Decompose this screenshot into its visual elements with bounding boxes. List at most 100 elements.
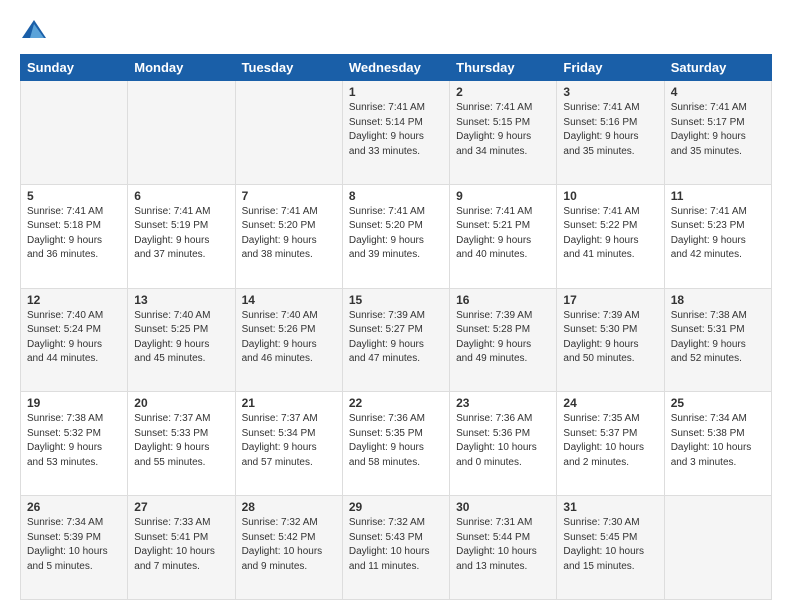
calendar-cell <box>235 81 342 185</box>
day-number: 28 <box>242 500 336 514</box>
calendar-cell: 19Sunrise: 7:38 AM Sunset: 5:32 PM Dayli… <box>21 392 128 496</box>
weekday-header-thursday: Thursday <box>450 55 557 81</box>
day-number: 8 <box>349 189 443 203</box>
day-info: Sunrise: 7:41 AM Sunset: 5:19 PM Dayligh… <box>134 205 228 263</box>
calendar-cell: 20 Sunrise: 7:37 AM Sunset: 5:33 PM Dayli… <box>128 392 235 496</box>
calendar-cell: 6 Sunrise: 7:41 AM Sunset: 5:19 PM Daylig… <box>128 184 235 288</box>
calendar-cell <box>128 81 235 185</box>
calendar-cell: 17 Sunrise: 7:39 AM Sunset: 5:30 PM Dayli… <box>557 288 664 392</box>
header <box>20 16 772 44</box>
calendar-cell: 3 Sunrise: 7:41 AM Sunset: 5:16 PM Daylig… <box>557 81 664 185</box>
calendar-cell: 12Sunrise: 7:40 AM Sunset: 5:24 PM Dayli… <box>21 288 128 392</box>
calendar-cell: 26 Sunrise: 7:34 AM Sunset: 5:39 PM Dayli… <box>21 496 128 600</box>
week-row-3: 19Sunrise: 7:38 AM Sunset: 5:32 PM Dayli… <box>21 392 772 496</box>
day-number: 11 <box>671 189 765 203</box>
day-number: 23 <box>456 396 550 410</box>
weekday-header-saturday: Saturday <box>664 55 771 81</box>
day-info: Sunrise: 7:37 AM Sunset: 5:34 PM Dayligh… <box>242 412 336 470</box>
day-info: Sunrise: 7:39 AM Sunset: 5:27 PM Dayligh… <box>349 309 443 367</box>
day-info: Sunrise: 7:39 AM Sunset: 5:30 PM Dayligh… <box>563 309 657 367</box>
day-info: Sunrise: 7:41 AM Sunset: 5:17 PM Dayligh… <box>671 101 765 159</box>
day-info: Sunrise: 7:34 AM Sunset: 5:38 PM Dayligh… <box>671 412 765 470</box>
calendar-cell: 31 Sunrise: 7:30 AM Sunset: 5:45 PM Dayli… <box>557 496 664 600</box>
weekday-header-friday: Friday <box>557 55 664 81</box>
day-number: 14 <box>242 293 336 307</box>
calendar-cell: 22 Sunrise: 7:36 AM Sunset: 5:35 PM Dayli… <box>342 392 449 496</box>
day-number: 31 <box>563 500 657 514</box>
day-info: Sunrise: 7:34 AM Sunset: 5:39 PM Dayligh… <box>27 516 121 574</box>
day-info: Sunrise: 7:41 AM Sunset: 5:20 PM Dayligh… <box>349 205 443 263</box>
calendar-cell: 29Sunrise: 7:32 AM Sunset: 5:43 PM Dayli… <box>342 496 449 600</box>
calendar-cell <box>664 496 771 600</box>
day-number: 12 <box>27 293 121 307</box>
day-number: 5 <box>27 189 121 203</box>
day-number: 29 <box>349 500 443 514</box>
day-number: 10 <box>563 189 657 203</box>
calendar-cell: 4 Sunrise: 7:41 AM Sunset: 5:17 PM Daylig… <box>664 81 771 185</box>
day-info: Sunrise: 7:41 AM Sunset: 5:22 PM Dayligh… <box>563 205 657 263</box>
day-info: Sunrise: 7:38 AM Sunset: 5:31 PM Dayligh… <box>671 309 765 367</box>
logo-icon <box>20 16 48 44</box>
day-number: 3 <box>563 85 657 99</box>
day-info: Sunrise: 7:32 AM Sunset: 5:42 PM Dayligh… <box>242 516 336 574</box>
week-row-0: 1 Sunrise: 7:41 AM Sunset: 5:14 PM Daylig… <box>21 81 772 185</box>
day-info: Sunrise: 7:35 AM Sunset: 5:37 PM Dayligh… <box>563 412 657 470</box>
day-info: Sunrise: 7:37 AM Sunset: 5:33 PM Dayligh… <box>134 412 228 470</box>
logo <box>20 16 52 44</box>
day-info: Sunrise: 7:41 AM Sunset: 5:14 PM Dayligh… <box>349 101 443 159</box>
day-info: Sunrise: 7:30 AM Sunset: 5:45 PM Dayligh… <box>563 516 657 574</box>
calendar-cell: 15 Sunrise: 7:39 AM Sunset: 5:27 PM Dayli… <box>342 288 449 392</box>
day-number: 21 <box>242 396 336 410</box>
day-number: 18 <box>671 293 765 307</box>
day-number: 20 <box>134 396 228 410</box>
calendar-cell: 13 Sunrise: 7:40 AM Sunset: 5:25 PM Dayli… <box>128 288 235 392</box>
day-number: 9 <box>456 189 550 203</box>
calendar-cell: 2Sunrise: 7:41 AM Sunset: 5:15 PM Daylig… <box>450 81 557 185</box>
day-info: Sunrise: 7:41 AM Sunset: 5:21 PM Dayligh… <box>456 205 550 263</box>
calendar-cell <box>21 81 128 185</box>
calendar-cell: 14 Sunrise: 7:40 AM Sunset: 5:26 PM Dayli… <box>235 288 342 392</box>
calendar-cell: 5 Sunrise: 7:41 AM Sunset: 5:18 PM Daylig… <box>21 184 128 288</box>
day-info: Sunrise: 7:41 AM Sunset: 5:23 PM Dayligh… <box>671 205 765 263</box>
day-number: 22 <box>349 396 443 410</box>
calendar-cell: 10 Sunrise: 7:41 AM Sunset: 5:22 PM Dayli… <box>557 184 664 288</box>
day-number: 2 <box>456 85 550 99</box>
calendar-cell: 7 Sunrise: 7:41 AM Sunset: 5:20 PM Daylig… <box>235 184 342 288</box>
day-number: 17 <box>563 293 657 307</box>
weekday-header-wednesday: Wednesday <box>342 55 449 81</box>
weekday-header-row: SundayMondayTuesdayWednesdayThursdayFrid… <box>21 55 772 81</box>
day-info: Sunrise: 7:36 AM Sunset: 5:35 PM Dayligh… <box>349 412 443 470</box>
calendar-cell: 28 Sunrise: 7:32 AM Sunset: 5:42 PM Dayli… <box>235 496 342 600</box>
day-number: 7 <box>242 189 336 203</box>
day-number: 4 <box>671 85 765 99</box>
day-info: Sunrise: 7:33 AM Sunset: 5:41 PM Dayligh… <box>134 516 228 574</box>
day-info: Sunrise: 7:36 AM Sunset: 5:36 PM Dayligh… <box>456 412 550 470</box>
day-number: 13 <box>134 293 228 307</box>
calendar-cell: 11 Sunrise: 7:41 AM Sunset: 5:23 PM Dayli… <box>664 184 771 288</box>
day-info: Sunrise: 7:40 AM Sunset: 5:25 PM Dayligh… <box>134 309 228 367</box>
day-info: Sunrise: 7:41 AM Sunset: 5:18 PM Dayligh… <box>27 205 121 263</box>
day-number: 25 <box>671 396 765 410</box>
page: SundayMondayTuesdayWednesdayThursdayFrid… <box>0 0 792 612</box>
day-number: 27 <box>134 500 228 514</box>
day-info: Sunrise: 7:40 AM Sunset: 5:26 PM Dayligh… <box>242 309 336 367</box>
day-number: 6 <box>134 189 228 203</box>
week-row-4: 26 Sunrise: 7:34 AM Sunset: 5:39 PM Dayli… <box>21 496 772 600</box>
calendar-cell: 23 Sunrise: 7:36 AM Sunset: 5:36 PM Dayli… <box>450 392 557 496</box>
day-number: 15 <box>349 293 443 307</box>
calendar-cell: 24 Sunrise: 7:35 AM Sunset: 5:37 PM Dayli… <box>557 392 664 496</box>
day-number: 24 <box>563 396 657 410</box>
day-info: Sunrise: 7:41 AM Sunset: 5:20 PM Dayligh… <box>242 205 336 263</box>
week-row-2: 12Sunrise: 7:40 AM Sunset: 5:24 PM Dayli… <box>21 288 772 392</box>
calendar-cell: 9 Sunrise: 7:41 AM Sunset: 5:21 PM Daylig… <box>450 184 557 288</box>
calendar-cell: 1 Sunrise: 7:41 AM Sunset: 5:14 PM Daylig… <box>342 81 449 185</box>
weekday-header-sunday: Sunday <box>21 55 128 81</box>
calendar-cell: 8 Sunrise: 7:41 AM Sunset: 5:20 PM Daylig… <box>342 184 449 288</box>
day-info: Sunrise: 7:41 AM Sunset: 5:16 PM Dayligh… <box>563 101 657 159</box>
calendar-cell: 30Sunrise: 7:31 AM Sunset: 5:44 PM Dayli… <box>450 496 557 600</box>
day-number: 16 <box>456 293 550 307</box>
day-number: 1 <box>349 85 443 99</box>
week-row-1: 5 Sunrise: 7:41 AM Sunset: 5:18 PM Daylig… <box>21 184 772 288</box>
day-number: 26 <box>27 500 121 514</box>
calendar-cell: 18 Sunrise: 7:38 AM Sunset: 5:31 PM Dayli… <box>664 288 771 392</box>
